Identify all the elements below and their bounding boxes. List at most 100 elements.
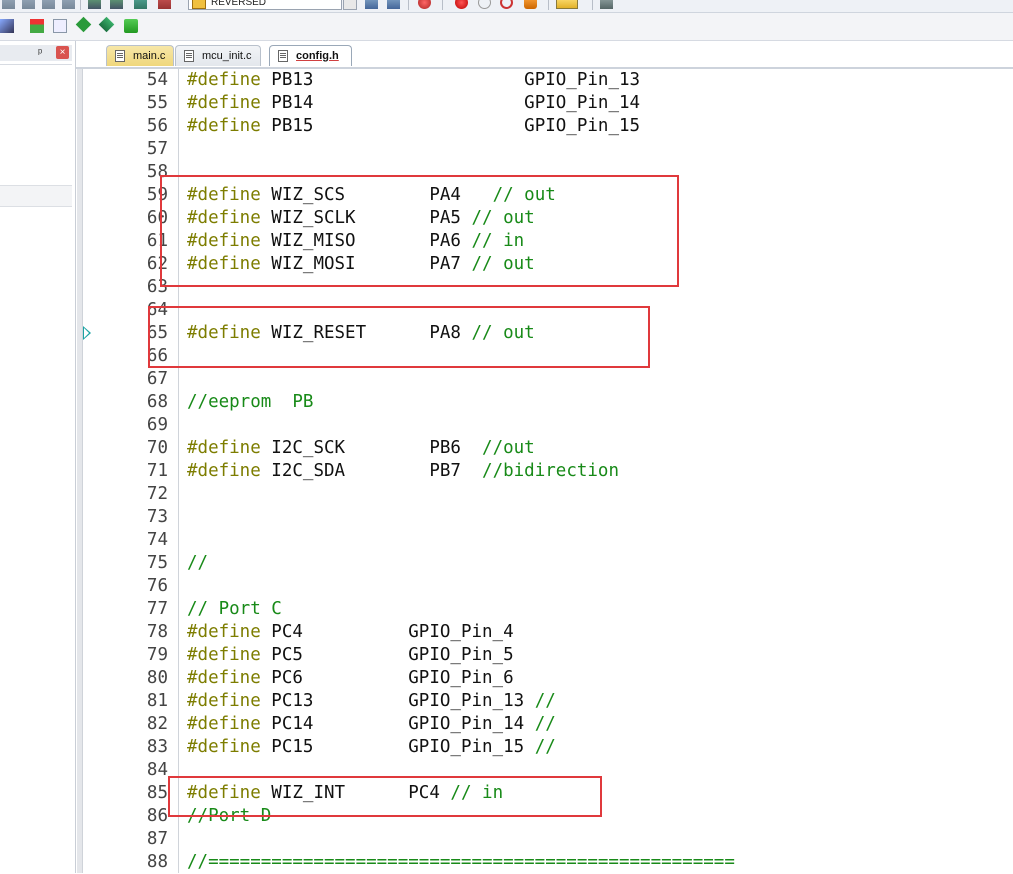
line-number: 78 [146, 622, 168, 642]
line-number: 82 [146, 714, 168, 734]
code-text: // Port C [187, 598, 282, 621]
manage-components-icon[interactable] [75, 16, 92, 33]
line-number: 60 [146, 208, 168, 228]
line-number: 79 [146, 645, 168, 665]
pack-installer-icon[interactable] [124, 19, 138, 33]
code-text: #define PC15 GPIO_Pin_15 // [187, 736, 556, 759]
breakpoint-disable-icon[interactable] [478, 0, 491, 9]
code-keyword: #define [187, 691, 261, 711]
line-number: 56 [146, 116, 168, 136]
code-text: #define PB15 GPIO_Pin_15 [187, 115, 640, 138]
highlight-box-wiz-reset [148, 306, 650, 368]
code-body: PB14 GPIO_Pin_14 [260, 93, 641, 113]
code-keyword: #define [187, 70, 261, 90]
code-comment: // [534, 714, 556, 734]
code-text: #define PC13 GPIO_Pin_13 // [187, 690, 556, 713]
format-icon[interactable] [134, 0, 147, 9]
breakpoint-icon[interactable] [455, 0, 468, 9]
format-clear-icon[interactable] [158, 0, 171, 9]
breakpoint-kill-icon[interactable] [524, 0, 537, 9]
line-number: 70 [146, 438, 168, 458]
line-number: 62 [146, 254, 168, 274]
toolbar-separator [548, 0, 549, 10]
code-text: #define I2C_SCK PB6 //out [187, 437, 535, 460]
line-number: 61 [146, 231, 168, 251]
panel-selected-row[interactable] [0, 185, 72, 207]
code-text: #define I2C_SDA PB7 //bidirection [187, 460, 619, 483]
line-number: 55 [146, 93, 168, 113]
code-body: PC13 GPIO_Pin_13 [260, 691, 535, 711]
line-number: 73 [146, 507, 168, 527]
line-number: 75 [146, 553, 168, 573]
code-comment: //bidirection [482, 461, 619, 481]
code-comment: //eeprom PB [187, 392, 314, 412]
code-keyword: #define [187, 93, 261, 113]
code-comment: //======================================… [187, 852, 735, 872]
window-layout-icon[interactable] [556, 0, 578, 9]
code-editor[interactable]: 54 #define PB13 GPIO_Pin_13 55 #define PB14… [77, 69, 1013, 873]
code-comment: // [534, 737, 556, 757]
toolbar-separator [80, 0, 81, 10]
code-keyword: #define [187, 714, 261, 734]
file-icon [115, 50, 125, 62]
highlight-box-wiz-spi [160, 175, 679, 287]
debug-icon[interactable] [418, 0, 431, 9]
tab-mcu-init-c[interactable]: mcu_init.c [175, 45, 261, 66]
find-combo[interactable]: REVERSED [188, 0, 342, 10]
build-toolbar: REVERSED [0, 0, 1013, 13]
pin-icon[interactable]: ᵖ [38, 47, 42, 59]
code-text: #define PB13 GPIO_Pin_13 [187, 69, 640, 92]
code-text: #define PC14 GPIO_Pin_14 // [187, 713, 556, 736]
tab-config-h[interactable]: config.h [269, 45, 352, 66]
find-in-files-icon[interactable] [365, 0, 378, 9]
code-body: I2C_SDA PB7 [260, 461, 483, 481]
code-comment: // Port C [187, 599, 282, 619]
code-keyword: #define [187, 461, 261, 481]
line-number: 85 [146, 783, 168, 803]
code-keyword: #define [187, 737, 261, 757]
line-number: 76 [146, 576, 168, 596]
target-toolbar [0, 13, 1013, 41]
code-keyword: #define [187, 668, 261, 688]
code-body: PB15 GPIO_Pin_15 [260, 116, 641, 136]
tools-icon[interactable] [600, 0, 613, 9]
code-body: PC14 GPIO_Pin_14 [260, 714, 535, 734]
tab-label: mcu_init.c [202, 50, 252, 62]
unindent-icon[interactable] [22, 0, 35, 9]
code-body: PC6 GPIO_Pin_6 [260, 668, 514, 688]
toolbar-separator [592, 0, 593, 10]
code-keyword: #define [187, 622, 261, 642]
line-number: 71 [146, 461, 168, 481]
comment-icon[interactable] [88, 0, 101, 9]
select-packs-icon[interactable] [98, 16, 115, 33]
wand-icon[interactable] [0, 19, 14, 33]
breakpoint-clear-icon[interactable] [500, 0, 513, 9]
indent-icon[interactable] [2, 0, 15, 9]
uncomment-icon[interactable] [110, 0, 123, 9]
line-number: 84 [146, 760, 168, 780]
replace-icon[interactable] [387, 0, 400, 9]
code-text: // [187, 552, 208, 575]
code-body: PC5 GPIO_Pin_5 [260, 645, 514, 665]
bookmark-icon[interactable] [62, 0, 75, 9]
line-number: 57 [146, 139, 168, 159]
line-number: 81 [146, 691, 168, 711]
target-options-icon[interactable] [30, 19, 44, 33]
line-number: 69 [146, 415, 168, 435]
line-number: 68 [146, 392, 168, 412]
editor-tabs: main.c mcu_init.c config.h [76, 41, 1013, 69]
file-extensions-icon[interactable] [53, 19, 67, 33]
code-text: //eeprom PB [187, 391, 313, 414]
tab-label: main.c [133, 50, 166, 62]
line-number: 74 [146, 530, 168, 550]
close-icon[interactable]: × [56, 46, 69, 59]
find-combo-value: REVERSED [211, 0, 267, 8]
line-number: 58 [146, 162, 168, 182]
tab-main-c[interactable]: main.c [106, 45, 174, 66]
code-keyword: #define [187, 645, 261, 665]
code-comment: //out [482, 438, 535, 458]
line-number: 63 [146, 277, 168, 297]
combo-dropdown-button[interactable] [343, 0, 357, 10]
file-icon [184, 50, 194, 62]
indent-right-icon[interactable] [42, 0, 55, 9]
